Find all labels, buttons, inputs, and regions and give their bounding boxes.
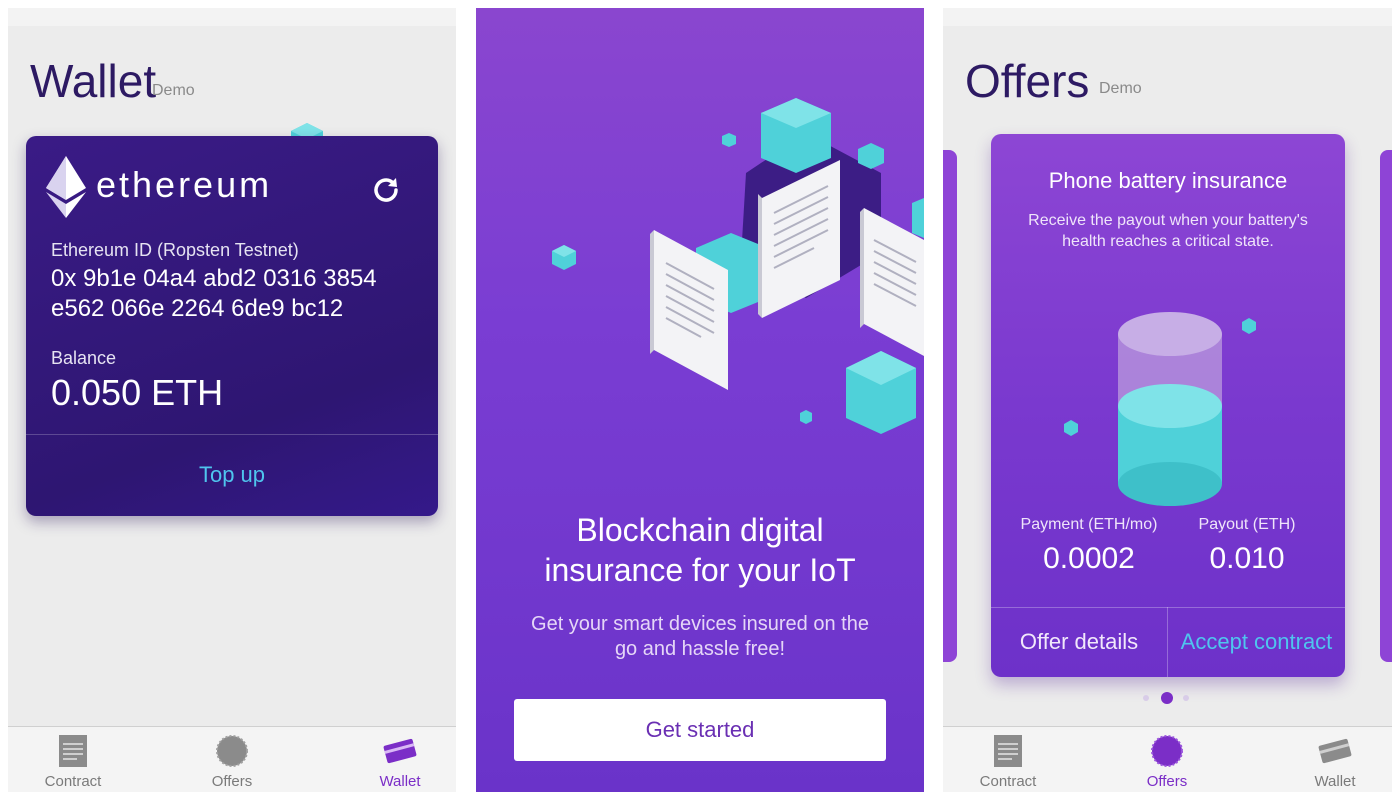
offer-description-line-1: Receive the payout when your battery's bbox=[1028, 212, 1308, 229]
pager-dot[interactable] bbox=[1183, 695, 1189, 701]
top-up-button[interactable]: Top up bbox=[26, 462, 438, 488]
offers-badge-icon bbox=[1151, 735, 1183, 767]
offer-description: Receive the payout when your battery's h… bbox=[1009, 210, 1327, 252]
wallet-card: ethereum Ethereum ID (Ropsten Testnet) 0… bbox=[26, 136, 438, 516]
get-started-button[interactable]: Get started bbox=[514, 699, 886, 761]
onboarding-subtext: Get your smart devices insured on the go… bbox=[506, 612, 894, 662]
nav-contract[interactable]: Contract bbox=[958, 735, 1058, 790]
pager-dot[interactable] bbox=[1143, 695, 1149, 701]
pager-dot-active[interactable] bbox=[1161, 692, 1173, 704]
payout-value: 0.010 bbox=[1209, 542, 1285, 575]
status-bar bbox=[943, 8, 1392, 26]
balance-label: Balance bbox=[51, 348, 117, 368]
previous-offer-card[interactable] bbox=[943, 150, 957, 662]
bottom-nav: Contract Offers Wallet bbox=[943, 726, 1392, 792]
offer-card: Phone battery insurance Receive the payo… bbox=[991, 134, 1345, 677]
offers-badge-icon bbox=[216, 735, 248, 767]
nav-contract[interactable]: Contract bbox=[23, 735, 123, 790]
offers-screen: Offers Demo Phone battery insurance Rece… bbox=[943, 8, 1392, 792]
iot-illustration bbox=[552, 98, 924, 434]
onboarding-headline: Blockchain digital insurance for your Io… bbox=[476, 510, 924, 590]
ethereum-id-line-1: 0x 9b1e 04a4 abd2 0316 3854 bbox=[51, 265, 377, 292]
nav-wallet-label: Wallet bbox=[1314, 773, 1356, 790]
ethereum-id-line-2: e562 066e 2264 6de9 bc12 bbox=[51, 295, 344, 322]
ethereum-id-label: Ethereum ID (Ropsten Testnet) bbox=[51, 240, 299, 260]
cube-large-top bbox=[761, 98, 831, 173]
nav-contract-label: Contract bbox=[979, 773, 1037, 790]
nav-offers[interactable]: Offers bbox=[1117, 735, 1217, 790]
onboarding-headline-line-1: Blockchain digital bbox=[576, 512, 824, 548]
page-subtitle: Demo bbox=[152, 82, 195, 99]
nav-contract-label: Contract bbox=[44, 773, 102, 790]
cube-bottom-small bbox=[800, 410, 812, 424]
cube-left bbox=[552, 245, 576, 270]
page-title: Offers bbox=[965, 55, 1090, 107]
onboarding-headline-line-2: insurance for your IoT bbox=[544, 552, 856, 588]
battery-cylinder-icon bbox=[1064, 312, 1256, 506]
onboarding-screen: Blockchain digital insurance for your Io… bbox=[476, 8, 924, 792]
brand-wordmark: ethereum bbox=[96, 164, 273, 205]
balance-value: 0.050 ETH bbox=[51, 372, 224, 413]
next-offer-card[interactable] bbox=[1380, 150, 1392, 662]
page-title: Wallet bbox=[30, 55, 157, 107]
nav-wallet-label: Wallet bbox=[379, 773, 421, 790]
contract-icon bbox=[59, 735, 87, 767]
eth-diamond-icon bbox=[46, 156, 86, 218]
payment-label: Payment (ETH/mo) bbox=[1020, 516, 1158, 533]
nav-wallet[interactable]: Wallet bbox=[1285, 735, 1385, 790]
nav-offers[interactable]: Offers bbox=[182, 735, 282, 790]
cube-bottom-right bbox=[846, 351, 916, 434]
bottom-nav: Contract Offers Wallet bbox=[8, 726, 456, 792]
payout-label: Payout (ETH) bbox=[1198, 516, 1296, 533]
page-subtitle: Demo bbox=[1099, 80, 1142, 97]
nav-offers-label: Offers bbox=[211, 773, 253, 790]
wallet-card-icon bbox=[1318, 738, 1352, 764]
offer-title: Phone battery insurance bbox=[1048, 168, 1288, 193]
cube-edge-right bbox=[912, 198, 924, 238]
offer-description-line-2: health reaches a critical state. bbox=[1062, 233, 1274, 250]
contract-icon bbox=[994, 735, 1022, 767]
payment-value: 0.0002 bbox=[1043, 542, 1135, 575]
accept-contract-button[interactable]: Accept contract bbox=[1168, 629, 1345, 655]
nav-offers-label: Offers bbox=[1146, 773, 1188, 790]
wallet-card-icon bbox=[383, 738, 417, 764]
status-bar bbox=[8, 8, 456, 26]
cube-small-2 bbox=[722, 133, 736, 147]
offer-details-button[interactable]: Offer details bbox=[991, 629, 1167, 655]
ethereum-id-value: 0x 9b1e 04a4 abd2 0316 3854 e562 066e 22… bbox=[51, 264, 421, 324]
wallet-screen: Wallet Demo ethereum Ethereum ID (Ropste… bbox=[8, 8, 456, 792]
card-divider bbox=[26, 434, 438, 435]
card-divider bbox=[991, 607, 1345, 608]
onboarding-subtext-line-2: go and hassle free! bbox=[614, 638, 786, 660]
nav-wallet[interactable]: Wallet bbox=[350, 735, 450, 790]
refresh-icon[interactable] bbox=[370, 174, 402, 206]
onboarding-subtext-line-1: Get your smart devices insured on the bbox=[531, 613, 869, 635]
